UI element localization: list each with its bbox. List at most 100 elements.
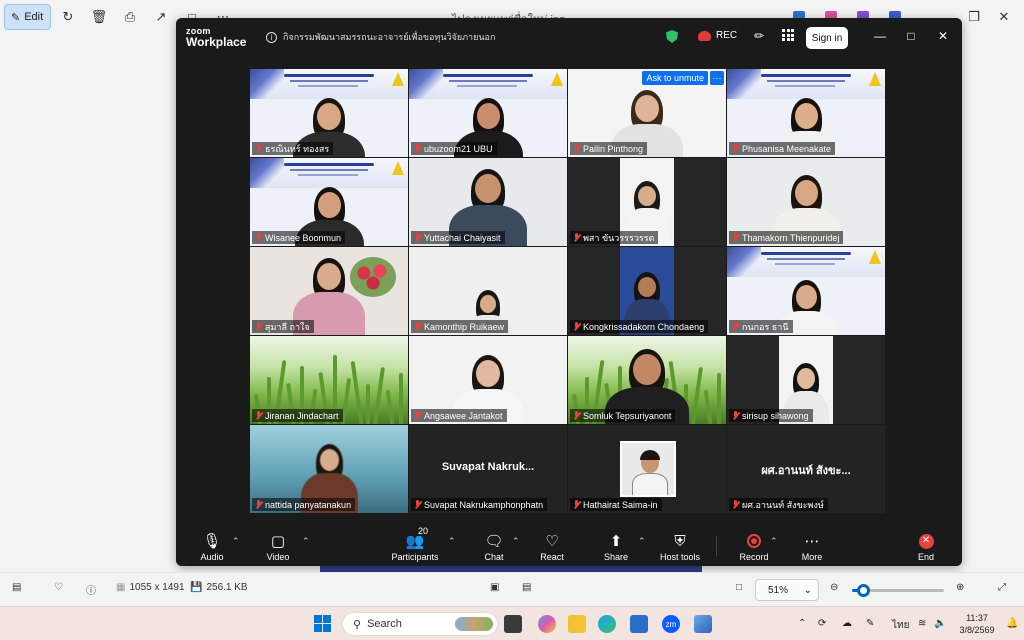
more-button[interactable]: ⋯ More (782, 526, 842, 564)
participant-tile[interactable]: Jiranan Jindachart (250, 336, 408, 424)
print-icon[interactable]: ⎙ (120, 7, 140, 27)
participant-tile[interactable]: Somluk Tepsuriyanont (568, 336, 726, 424)
zoom-fit-icon[interactable]: □ (736, 582, 742, 593)
fullscreen-icon[interactable]: ⤢ (998, 582, 1006, 593)
ask-to-unmute-button[interactable]: Ask to unmute (642, 71, 708, 85)
participant-name: Somluk Tepsuriyanont (583, 410, 672, 421)
participant-tile[interactable]: Thamakorn Thienpuridej (727, 158, 885, 246)
task-view-icon[interactable] (504, 615, 522, 633)
taskbar: ⚲ Search zm ⌃ ⟳ ☁ ✎ ไทย ≋ 🔈 11:37 3/8/25… (0, 606, 1024, 640)
participant-tile[interactable]: กนกอร ธานี (727, 247, 885, 335)
language-indicator[interactable]: ไทย (892, 618, 909, 633)
participant-tile[interactable]: Kongkrissadakorn Chondaeng (568, 247, 726, 335)
fit-icon[interactable]: ▣ (490, 582, 499, 593)
tray-cloud-icon[interactable]: ☁ (842, 618, 852, 629)
wifi-icon[interactable]: ≋ (918, 618, 926, 629)
tile-more-options-icon[interactable]: ··· (710, 71, 724, 85)
annotate-icon[interactable]: ✏ (754, 29, 764, 43)
host-tools-label: Host tools (659, 552, 701, 562)
participant-tile[interactable]: Phusanisa Meenakate (727, 69, 885, 157)
participant-tile[interactable]: Angsawee Jantakot (409, 336, 567, 424)
copilot-icon[interactable] (538, 615, 556, 633)
participant-tile[interactable]: ubuzoom21 UBU (409, 69, 567, 157)
favorite-icon[interactable]: ♡ (54, 582, 63, 593)
edge-icon[interactable] (598, 615, 616, 633)
share-caret-icon[interactable]: ⌃ (638, 536, 646, 547)
actual-size-icon[interactable]: ▤ (522, 582, 531, 593)
record-label: Record (739, 552, 769, 562)
shield-icon[interactable] (666, 30, 678, 43)
host-tools-button[interactable]: ⛨ Host tools (650, 526, 710, 564)
taskbar-search[interactable]: ⚲ Search (342, 612, 498, 636)
zoom-slider[interactable] (852, 584, 944, 597)
participant-name-tag: Yuttachai Chaiyasit (411, 231, 505, 244)
taskbar-clock[interactable]: 11:37 3/8/2569 (954, 612, 1000, 636)
rotate-icon[interactable]: ↻ (58, 7, 78, 27)
record-icon (747, 533, 761, 549)
file-explorer-icon[interactable] (568, 615, 586, 633)
video-button[interactable]: ▢ Video (248, 526, 308, 564)
volume-icon[interactable]: 🔈 (934, 618, 946, 629)
share-button[interactable]: ⬆ Share (586, 526, 646, 564)
participants-caret-icon[interactable]: ⌃ (448, 536, 456, 547)
participant-tile[interactable]: Yuttachai Chaiyasit (409, 158, 567, 246)
chat-caret-icon[interactable]: ⌃ (512, 536, 520, 547)
participant-tile[interactable]: ธรณินทร์ ทองสร (250, 69, 408, 157)
info-icon: i (266, 31, 277, 43)
zoom-app-icon[interactable]: zm (662, 615, 680, 633)
tray-sync-icon[interactable]: ⟳ (818, 618, 826, 629)
zoom-maximize-icon[interactable]: □ (903, 29, 919, 43)
mic-muted-icon (573, 144, 580, 153)
close-icon[interactable]: ✕ (990, 6, 1018, 28)
participant-tile[interactable]: พสา ขันวรรรวรรต (568, 158, 726, 246)
store-icon[interactable] (630, 615, 648, 633)
tray-pen-icon[interactable]: ✎ (866, 618, 874, 629)
photos-app-icon[interactable] (694, 615, 712, 633)
gallery-view: ธรณินทร์ ทองสร ubuzoom21 UBU Pailin Pintho… (250, 69, 888, 517)
share-screen-icon: ⬆ (609, 532, 623, 550)
audio-caret-icon[interactable]: ⌃ (232, 536, 240, 547)
video-caret-icon[interactable]: ⌃ (302, 536, 310, 547)
zoom-slider-thumb[interactable] (857, 584, 871, 597)
clock-date: 3/8/2569 (959, 625, 995, 635)
react-button[interactable]: ♡ React (522, 526, 582, 564)
participant-name-tag: Somluk Tepsuriyanont (570, 409, 676, 422)
participant-name: nattida panyatanakun (265, 499, 352, 510)
participant-tile[interactable]: ผศ.อานนท์ สังขะ... ผศ.อานนท์ สังขะพงษ์ (727, 425, 885, 513)
restore-icon[interactable]: ❐ (960, 6, 988, 28)
participant-tile[interactable]: Pailin Pinthong Ask to unmute ··· (568, 69, 726, 157)
zoom-in-icon[interactable]: ⊕ (956, 582, 964, 593)
sign-in-button[interactable]: Sign in (806, 27, 848, 49)
participant-tile[interactable]: Suvapat Nakruk... Suvapat Nakrukamphonpha… (409, 425, 567, 513)
zoom-close-icon[interactable]: ✕ (935, 29, 951, 43)
delete-icon[interactable]: 🗑 (89, 7, 109, 27)
edit-button[interactable]: ✎ Edit (4, 4, 51, 30)
zoom-logo: zoom Workplace (186, 27, 246, 49)
windows-start-icon[interactable] (314, 615, 331, 632)
participant-tile[interactable]: Wisanee Boonmun (250, 158, 408, 246)
record-caret-icon[interactable]: ⌃ (770, 536, 778, 547)
zoom-level-select[interactable]: 51% ⌄ (755, 579, 819, 601)
info-icon[interactable]: ⓘ (86, 582, 96, 597)
meeting-info[interactable]: i กิจกรรมพัฒนาสมรรถนะอาจารย์เพื่อขอทุนวิ… (266, 30, 495, 44)
participant-tile[interactable]: สุมาลี ถาใจ (250, 247, 408, 335)
share-icon[interactable]: ↗ (151, 7, 171, 27)
filmstrip-icon[interactable]: ▤ (12, 582, 21, 593)
tray-chevron-icon[interactable]: ⌃ (798, 618, 806, 629)
apps-grid-icon[interactable] (782, 29, 794, 41)
participant-name-tag: Angsawee Jantakot (411, 409, 507, 422)
zoom-minimize-icon[interactable]: — (872, 29, 888, 43)
end-button[interactable]: ✕ End (896, 526, 956, 564)
participant-tile[interactable]: Kamonthip Ruikaew (409, 247, 567, 335)
participant-tile[interactable]: nattida panyatanakun (250, 425, 408, 513)
participant-tile[interactable]: Hathairat Saima-in (568, 425, 726, 513)
participant-name: กนกอร ธานี (742, 321, 789, 332)
recording-indicator[interactable]: REC (698, 30, 737, 41)
mic-muted-icon (255, 144, 262, 153)
participants-button[interactable]: 20 👥 Participants (384, 526, 446, 564)
notification-bell-icon[interactable]: 🔔 (1006, 618, 1018, 629)
zoom-out-icon[interactable]: ⊖ (830, 582, 838, 593)
disk-icon: 💾 (190, 582, 203, 593)
participant-tile[interactable]: sirisup sihawong (727, 336, 885, 424)
heart-icon: ♡ (545, 532, 559, 550)
